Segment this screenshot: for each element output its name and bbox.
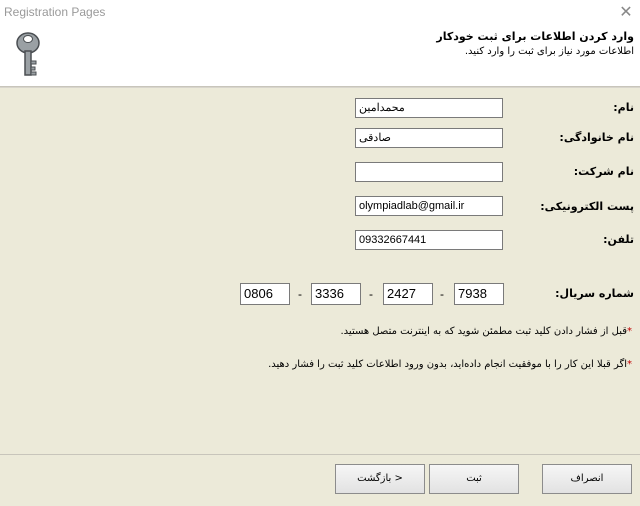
serial-part-4[interactable]: 7938 <box>454 283 504 305</box>
email-input[interactable]: olympiadlab@gmail.ir <box>355 196 503 216</box>
serial-part-2[interactable]: 3336 <box>311 283 361 305</box>
cancel-button[interactable]: انصراف <box>542 464 632 494</box>
note-already-registered: *اگر قبلا این کار را با موفقیت انجام داد… <box>268 359 632 370</box>
phone-input[interactable]: 09332667441 <box>355 230 503 250</box>
name-label: نام: <box>613 101 634 114</box>
key-icon <box>16 32 40 76</box>
name-input[interactable]: محمدامین <box>355 98 503 118</box>
serial-part-1[interactable]: 0806 <box>240 283 290 305</box>
registration-form: نام: محمدامین نام خانوادگی: صادقی نام شر… <box>0 88 640 454</box>
note-text: اگر قبلا این کار را با موفقیت انجام داده… <box>268 359 627 370</box>
header-title: وارد کردن اطلاعات برای ثبت خودکار <box>436 30 634 43</box>
required-star: * <box>627 326 632 337</box>
company-input[interactable] <box>355 162 503 182</box>
serial-separator: - <box>369 287 373 301</box>
note-internet: *قبل از فشار دادن کلید ثبت مطمئن شوید که… <box>341 326 633 337</box>
header-subtitle: اطلاعات مورد نیاز برای ثبت را وارد کنید. <box>464 46 634 57</box>
title-bar: Registration Pages ✕ <box>0 0 640 24</box>
serial-label: شماره سریال: <box>555 287 634 300</box>
serial-part-3[interactable]: 2427 <box>383 283 433 305</box>
back-button[interactable]: بازگشت > <box>335 464 425 494</box>
required-star: * <box>627 359 632 370</box>
wizard-footer: بازگشت > ثبت انصراف <box>0 454 640 506</box>
note-text: قبل از فشار دادن کلید ثبت مطمئن شوید که … <box>340 326 628 337</box>
phone-label: تلفن: <box>603 233 634 246</box>
window-title: Registration Pages <box>4 5 106 19</box>
email-label: پست الکترونیکی: <box>540 200 634 213</box>
register-button[interactable]: ثبت <box>429 464 519 494</box>
company-label: نام شرکت: <box>573 165 634 178</box>
close-icon[interactable]: ✕ <box>616 2 636 22</box>
serial-separator: - <box>298 287 302 301</box>
wizard-header: وارد کردن اطلاعات برای ثبت خودکار اطلاعا… <box>0 24 640 86</box>
serial-separator: - <box>440 287 444 301</box>
family-label: نام خانوادگی: <box>559 131 634 144</box>
family-input[interactable]: صادقی <box>355 128 503 148</box>
